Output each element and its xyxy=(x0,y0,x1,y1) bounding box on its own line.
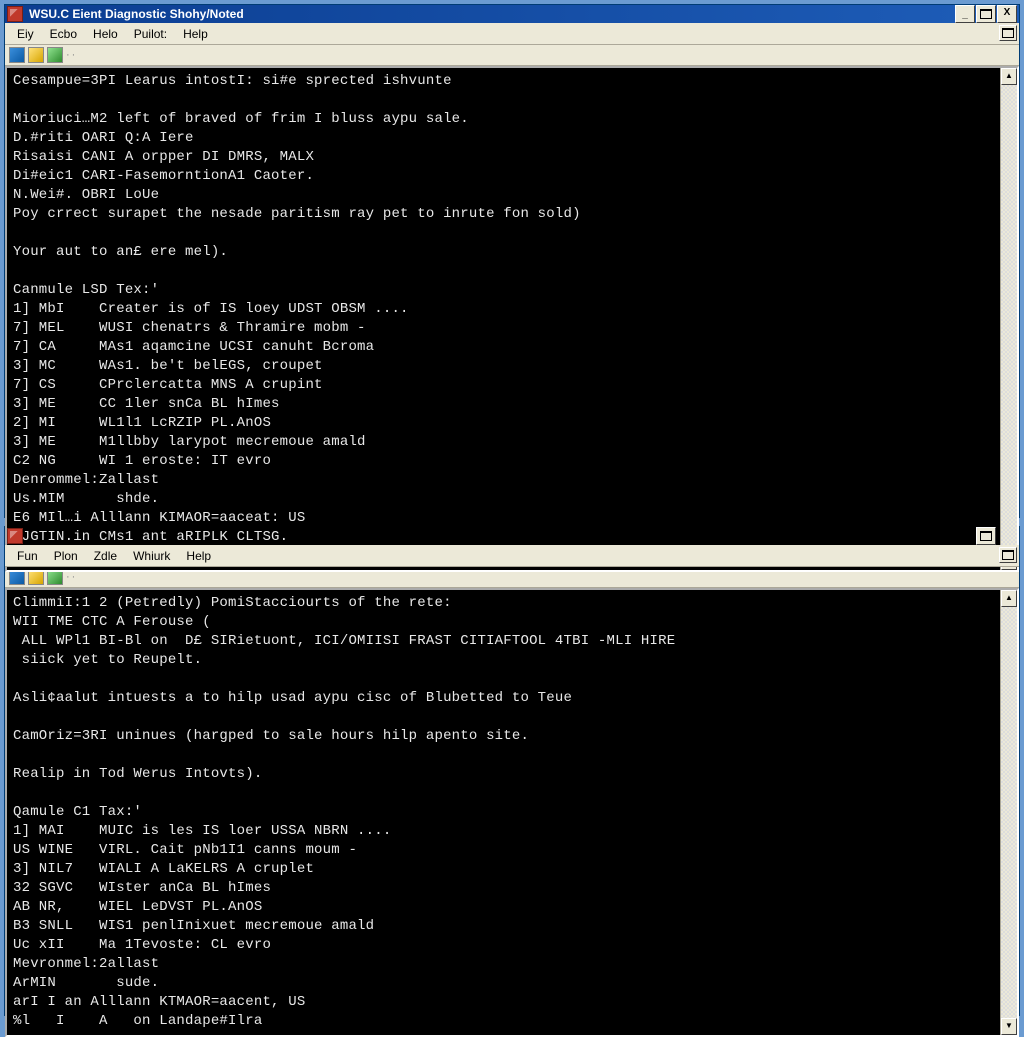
titlebar[interactable]: WSU.C Eient Diagnostic Shohy/Noted xyxy=(5,5,1019,23)
console-area: ClimmiI:1 2 (Petredly) PomiStacciourts o… xyxy=(5,588,1019,1037)
scroll-track[interactable] xyxy=(1001,607,1017,1018)
menu-item[interactable]: Whiurk xyxy=(125,547,178,565)
menu-item[interactable]: Help xyxy=(175,25,216,43)
scroll-down-button[interactable] xyxy=(1001,1018,1017,1035)
restore-icon[interactable] xyxy=(999,547,1017,563)
maximize-button[interactable] xyxy=(976,5,996,23)
window-title: WSU.C Eient Diagnostic Shohy/Noted xyxy=(27,7,954,21)
menu-item[interactable]: Eiy xyxy=(9,25,42,43)
tool-icon[interactable] xyxy=(47,47,63,63)
menu-item[interactable]: Plon xyxy=(46,547,86,565)
minimize-button[interactable] xyxy=(955,5,975,23)
menu-item[interactable]: Zdle xyxy=(86,547,125,565)
scroll-track[interactable] xyxy=(1001,85,1017,553)
menu-item[interactable]: Help xyxy=(178,547,219,565)
menubar: Fun Plon Zdle Whiurk Help xyxy=(5,545,1019,567)
scroll-up-button[interactable] xyxy=(1001,590,1017,607)
toolbar-separator: ·· xyxy=(66,571,77,583)
console-output[interactable]: ClimmiI:1 2 (Petredly) PomiStacciourts o… xyxy=(7,590,1000,1035)
scroll-up-button[interactable] xyxy=(1001,68,1017,85)
vertical-scrollbar[interactable] xyxy=(1000,590,1017,1035)
toolbar-separator: ·· xyxy=(66,49,77,61)
menu-item[interactable]: Helo xyxy=(85,25,126,43)
close-button[interactable] xyxy=(997,5,1017,23)
menu-item[interactable]: Ecbo xyxy=(42,25,85,43)
console-output[interactable]: Cesampue=3PI Learus intostI: si#e sprect… xyxy=(7,68,1000,570)
maximize-button[interactable] xyxy=(976,527,996,545)
window-controls xyxy=(954,5,1017,23)
tool-icon[interactable] xyxy=(9,47,25,63)
menu-item[interactable]: Puilot: xyxy=(126,25,175,43)
app-icon xyxy=(7,528,23,544)
vertical-scrollbar[interactable] xyxy=(1000,68,1017,570)
tool-icon[interactable] xyxy=(28,47,44,63)
toolbar: ·· xyxy=(5,45,1019,66)
console-area: Cesampue=3PI Learus intostI: si#e sprect… xyxy=(5,66,1019,572)
menu-item[interactable]: Fun xyxy=(9,547,46,565)
menubar: Eiy Ecbo Helo Puilot: Help xyxy=(5,23,1019,45)
restore-icon[interactable] xyxy=(999,25,1017,41)
diagnostic-window-1: WSU.C Eient Diagnostic Shohy/Noted Eiy E… xyxy=(4,4,1020,518)
diagnostic-window-2: VNSI-Ellent Diagrostic Coldena Fun Plon … xyxy=(4,526,1020,1016)
app-icon xyxy=(7,6,23,22)
